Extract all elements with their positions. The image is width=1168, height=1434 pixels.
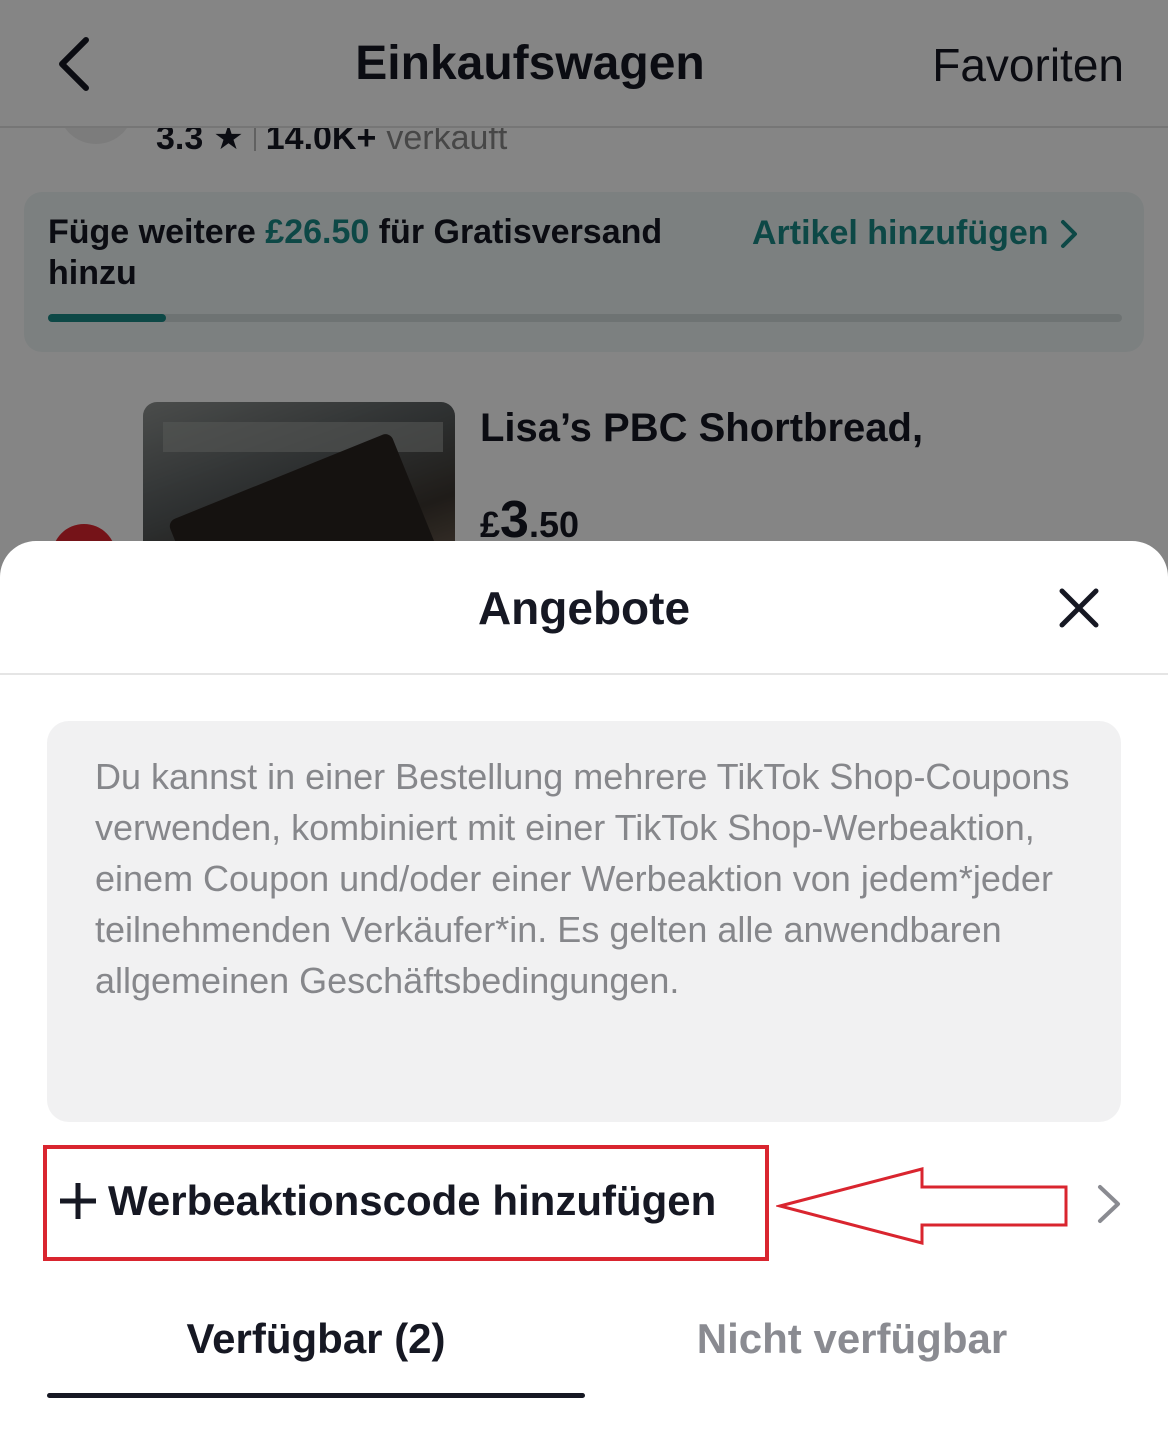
coupon-info-box: Du kannst in einer Bestellung mehrere Ti… [47,721,1121,1122]
add-promo-code-row[interactable]: Werbeaktionscode hinzufügen [0,1143,1168,1263]
add-promo-code-button[interactable]: Werbeaktionscode hinzufügen [108,1177,716,1225]
annotation-arrow-icon [776,1167,1068,1245]
tab-available[interactable]: Verfügbar (2) [24,1311,608,1434]
offer-tabs: Verfügbar (2) Nicht verfügbar [0,1311,1168,1434]
offers-sheet: Angebote Du kannst in einer Bestellung m… [0,541,1168,1434]
plus-icon [60,1183,96,1219]
tab-unavailable[interactable]: Nicht verfügbar [560,1311,1144,1434]
chevron-right-icon[interactable] [1094,1183,1124,1225]
coupon-info-text: Du kannst in einer Bestellung mehrere Ti… [95,756,1070,1001]
tab-indicator [47,1393,585,1398]
sheet-title: Angebote [477,582,691,634]
sheet-divider [0,673,1168,675]
close-icon[interactable] [1052,581,1106,635]
